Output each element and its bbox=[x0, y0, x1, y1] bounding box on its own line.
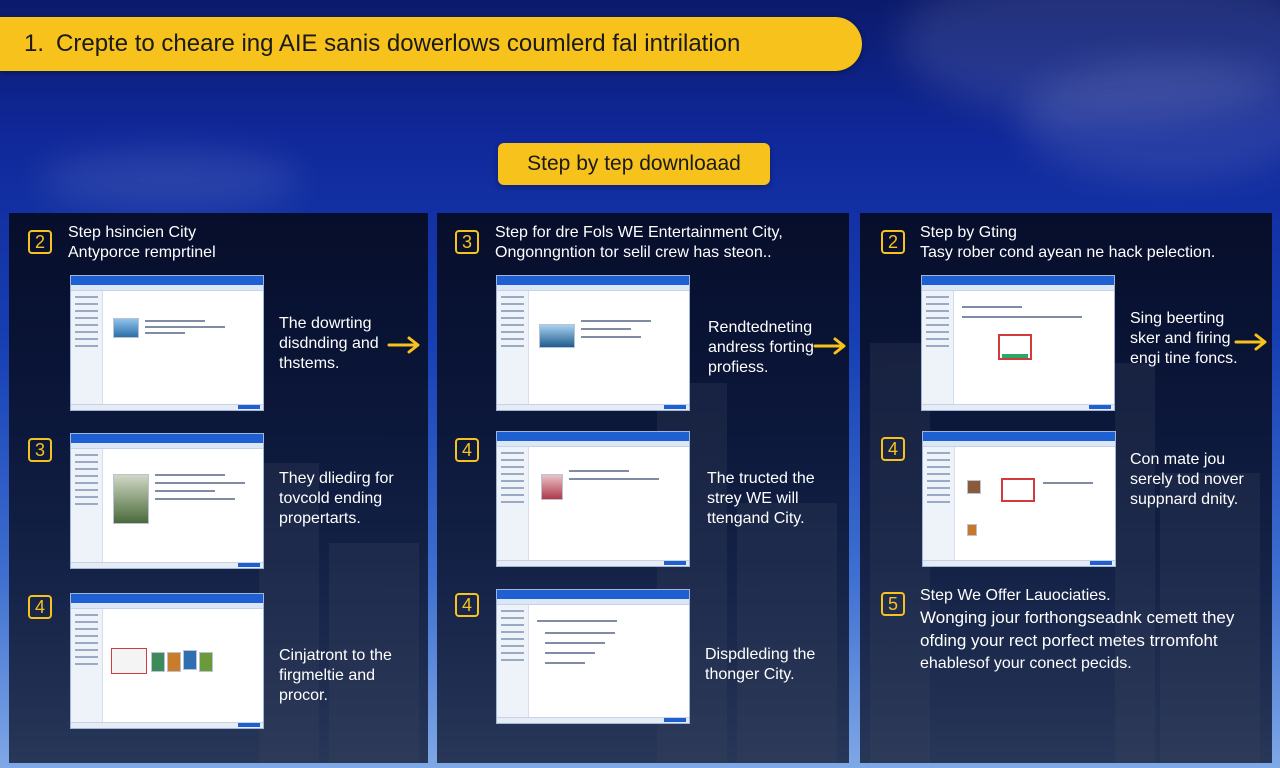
step-text-line: procor. bbox=[279, 687, 328, 704]
step-text-line: serely tod nover bbox=[1130, 471, 1244, 488]
screenshot-thumbnail[interactable] bbox=[496, 275, 690, 411]
step-text-line: thstems. bbox=[279, 355, 340, 372]
step-text-line: tovcold ending bbox=[279, 490, 383, 507]
step-text-line: Con mate jou bbox=[1130, 451, 1226, 468]
step-text-line: Dispdleding the bbox=[705, 646, 816, 663]
step-panel-1: 2 Step hsincien City Antyporce remprtine… bbox=[9, 213, 428, 763]
step-badge: 4 bbox=[455, 438, 479, 462]
screenshot-thumbnail[interactable] bbox=[70, 433, 264, 569]
panel-badge: 2 bbox=[28, 230, 52, 254]
step-text-line: Wonging jour forthongseadnk cemett they bbox=[920, 608, 1235, 627]
panel-title-line-1: Step by Gting bbox=[920, 224, 1017, 241]
screenshot-thumbnail[interactable] bbox=[496, 589, 690, 724]
step-text-line: The tructed the bbox=[707, 470, 815, 487]
step-panel-3: 2 Step by Gting Tasy rober cond ayean ne… bbox=[860, 213, 1272, 763]
arrow-right-icon bbox=[813, 337, 846, 355]
title-banner: 1. Crepte to cheare ing AIE sanis dowerl… bbox=[0, 17, 862, 71]
banner-text: Crepte to cheare ing AIE sanis dowerlows… bbox=[56, 30, 741, 57]
screenshot-thumbnail[interactable] bbox=[921, 275, 1115, 411]
step-text-line: disdnding and bbox=[279, 335, 379, 352]
step-text-line: suppnard dnity. bbox=[1130, 491, 1239, 508]
step-badge: 4 bbox=[881, 437, 905, 461]
panel-badge: 2 bbox=[881, 230, 905, 254]
screenshot-thumbnail[interactable] bbox=[496, 431, 690, 567]
step-text-line: Rendtedneting bbox=[708, 319, 813, 336]
panel-title-line-1: Step for dre Fols WE Entertainment City, bbox=[495, 224, 783, 241]
step-text-line: propertarts. bbox=[279, 510, 361, 527]
panel-title-line-2: Tasy rober cond ayean ne hack pelection. bbox=[920, 244, 1216, 261]
step-text-line: The dowrting bbox=[279, 315, 372, 332]
panel-title-line-2: Ongonngntion tor selil crew has steon.. bbox=[495, 244, 772, 261]
step-text-line: thonger City. bbox=[705, 666, 795, 683]
arrow-right-icon bbox=[387, 336, 420, 354]
cloud bbox=[40, 150, 300, 210]
city-silhouette bbox=[737, 503, 837, 763]
step-text-line: Step We Offer Lauociaties. bbox=[920, 587, 1111, 604]
step-text-line: ttengand City. bbox=[707, 510, 805, 527]
panel-badge: 3 bbox=[455, 230, 479, 254]
city-silhouette bbox=[1115, 363, 1155, 763]
step-text-line: engi tine foncs. bbox=[1130, 350, 1238, 367]
panel-title-line-2: Antyporce remprtinel bbox=[68, 244, 216, 261]
step-text-line: profiess. bbox=[708, 359, 769, 376]
step-badge: 4 bbox=[28, 595, 52, 619]
step-badge: 5 bbox=[881, 592, 905, 616]
step-badge: 4 bbox=[455, 593, 479, 617]
step-text-line: ehablesof your conect pecids. bbox=[920, 655, 1132, 672]
step-panel-2: 3 Step for dre Fols WE Entertainment Cit… bbox=[437, 213, 849, 763]
banner-number: 1. bbox=[24, 30, 45, 57]
step-text-line: Cinjatront to the bbox=[279, 647, 392, 664]
step-text-line: firgmeltie and bbox=[279, 667, 376, 684]
step-badge: 3 bbox=[28, 438, 52, 462]
panel-title-line-1: Step hsincien City bbox=[68, 224, 197, 241]
step-text-line: andress forting bbox=[708, 339, 814, 356]
step-text-line: Sing beerting bbox=[1130, 310, 1225, 327]
step-by-step-download-button[interactable]: Step by tep downloaad bbox=[498, 143, 770, 185]
arrow-right-icon bbox=[1234, 333, 1267, 351]
screenshot-thumbnail[interactable] bbox=[70, 275, 264, 411]
step-text-line: ofding your rect porfect metes trromfoht bbox=[920, 631, 1218, 650]
step-text-line: sker and firing bbox=[1130, 330, 1231, 347]
step-text-line: They dliedirg for bbox=[279, 470, 394, 487]
screenshot-thumbnail[interactable] bbox=[922, 431, 1116, 567]
step-text-line: strey WE will bbox=[707, 490, 799, 507]
screenshot-thumbnail[interactable] bbox=[70, 593, 264, 729]
